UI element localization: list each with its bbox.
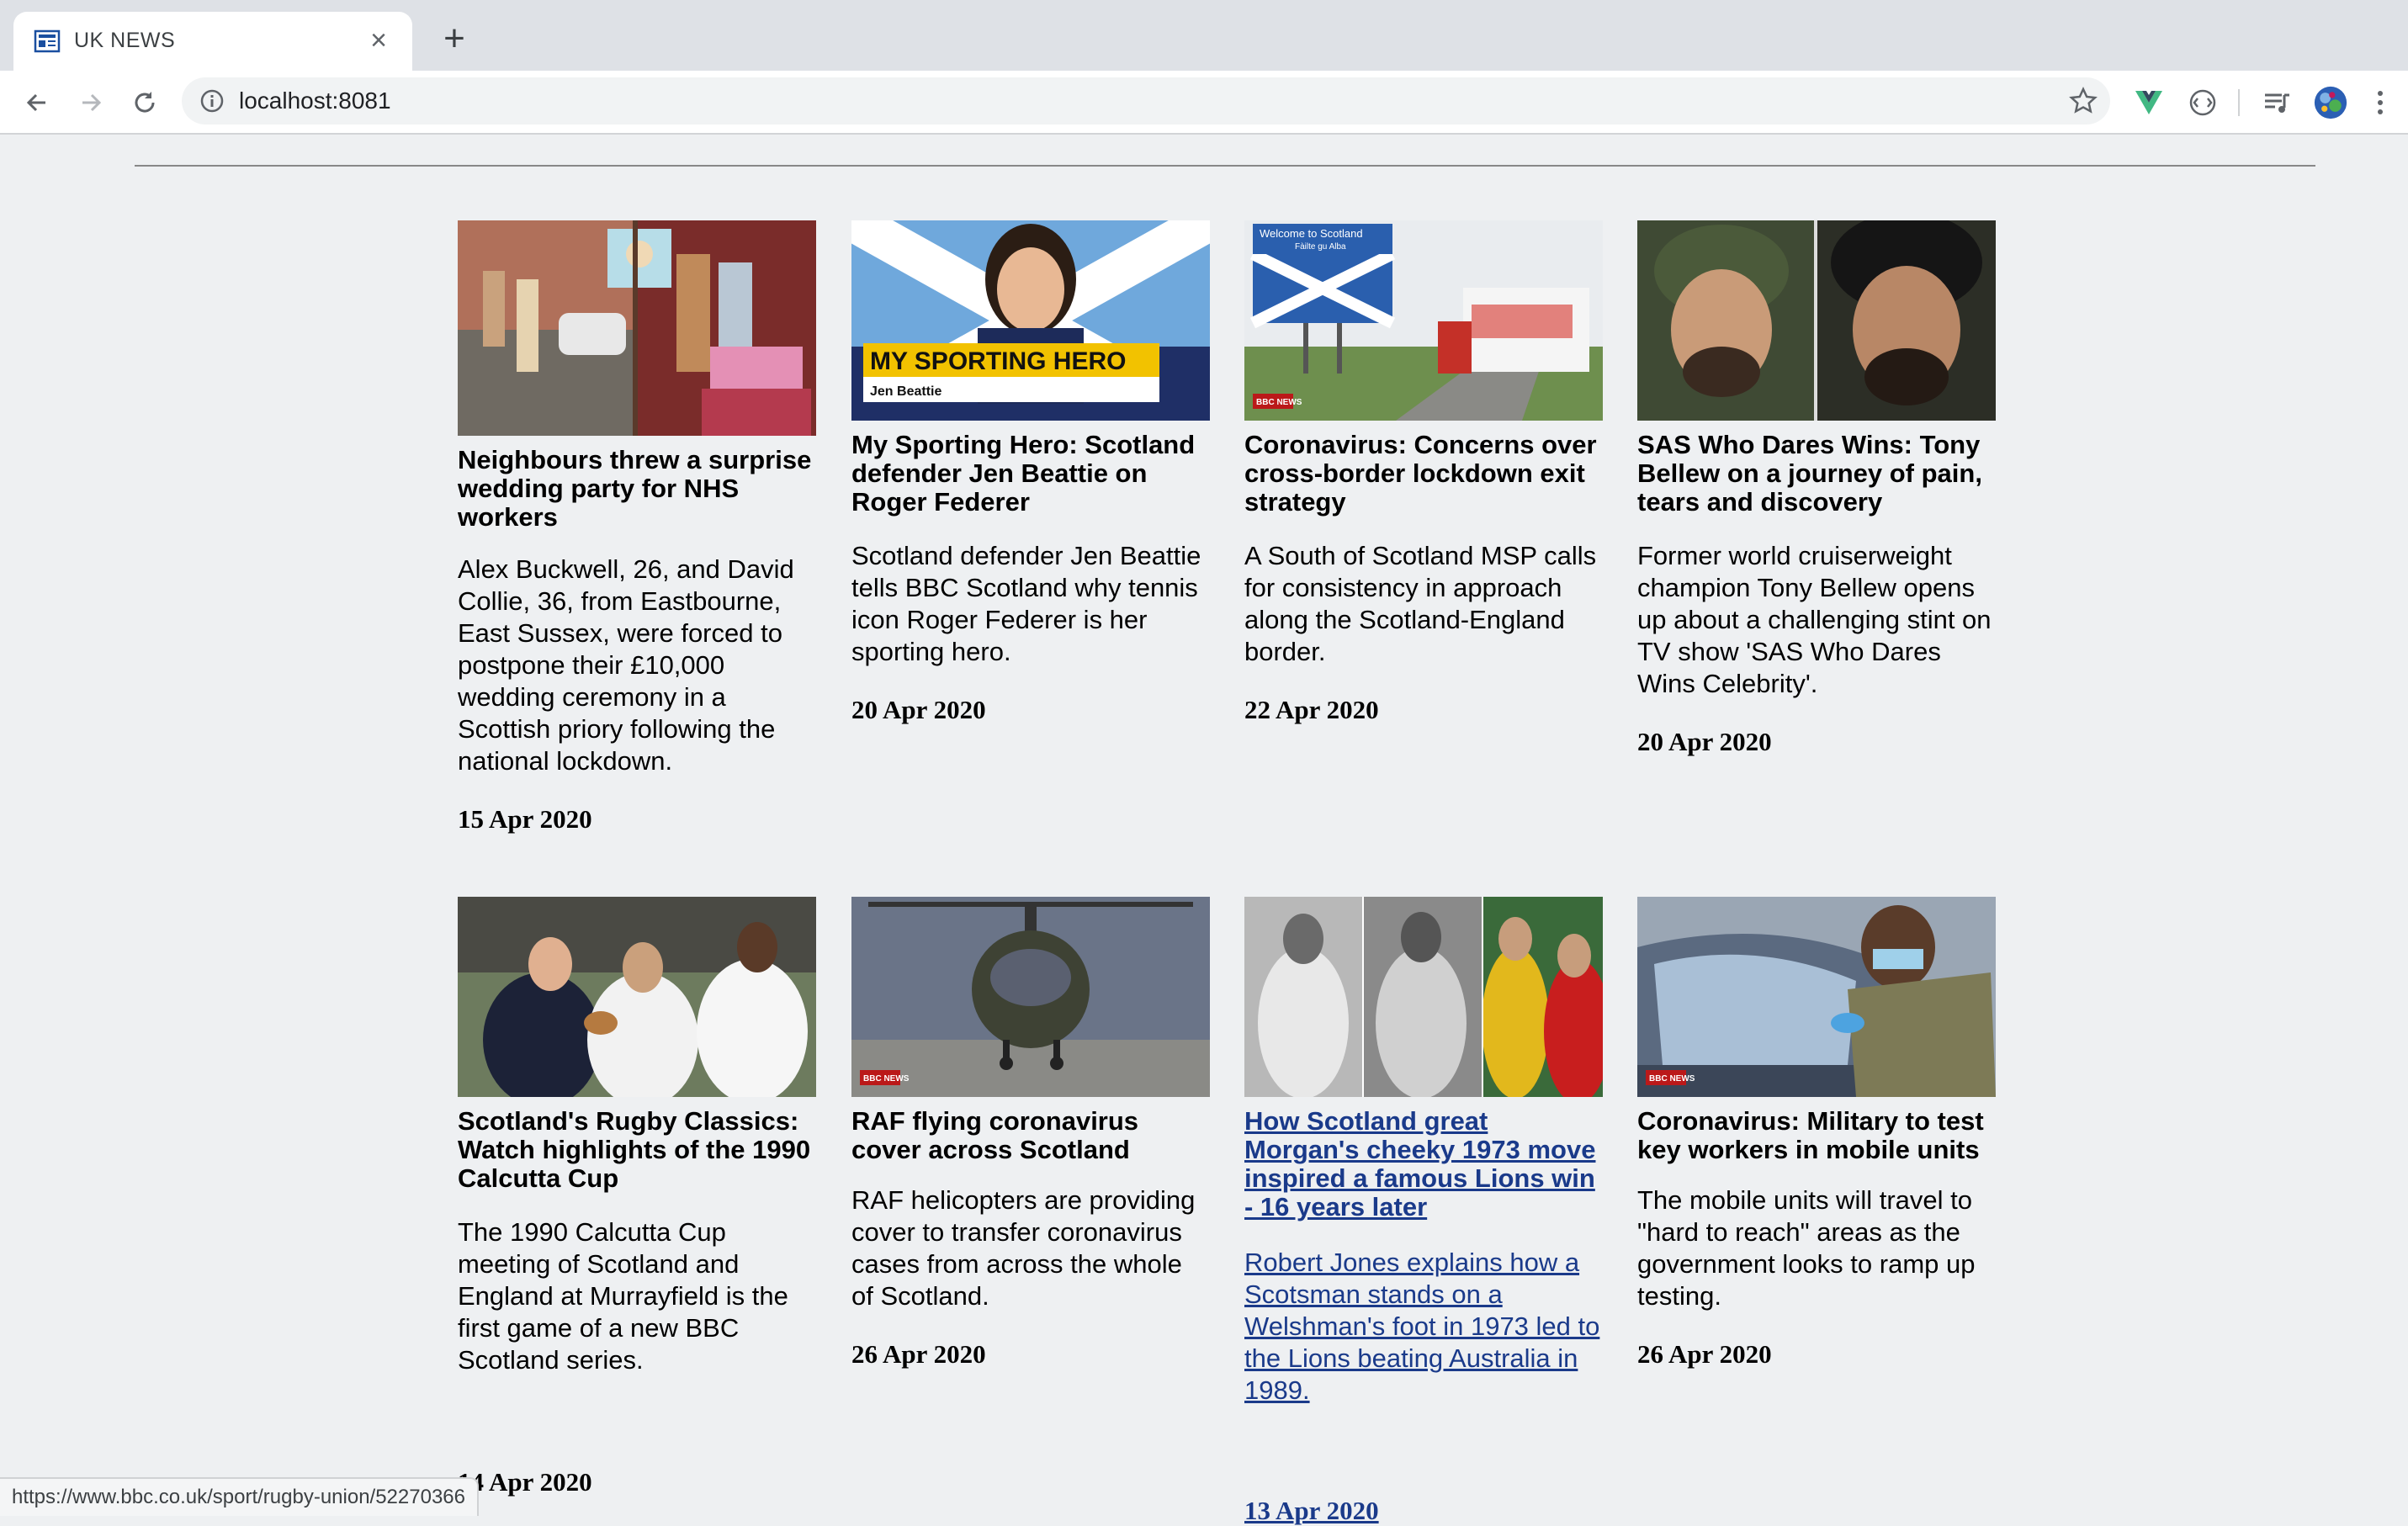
tab-strip: UK NEWS × + (0, 0, 2408, 71)
reload-icon[interactable] (126, 84, 163, 121)
extension-icon[interactable] (2186, 86, 2220, 119)
url-text: localhost:8081 (239, 87, 391, 114)
article-date[interactable]: 13 Apr 2020 (1244, 1496, 1379, 1526)
article-summary: Alex Buckwell, 26, and David Collie, 36,… (458, 554, 794, 776)
plus-icon[interactable]: + (438, 20, 471, 57)
article-summary: Scotland defender Jen Beattie tells BBC … (851, 541, 1201, 666)
article-date: 26 Apr 2020 (851, 1339, 986, 1369)
article-headline[interactable]: Coronavirus: Military to test key worker… (1637, 1107, 1996, 1164)
article-summary: Former world cruiserweight champion Tony… (1637, 541, 1992, 698)
profile-avatar-icon[interactable] (2314, 86, 2347, 119)
article-summary: The 1990 Calcutta Cup meeting of Scotlan… (458, 1217, 788, 1375)
article-headline[interactable]: SAS Who Dares Wins: Tony Bellew on a jou… (1637, 431, 1996, 517)
article-summary: RAF helicopters are providing cover to t… (851, 1185, 1196, 1311)
browser-tab[interactable]: UK NEWS × (13, 12, 412, 71)
star-icon[interactable] (2068, 86, 2098, 116)
article-image-lions[interactable] (1244, 897, 1603, 1097)
article-image-wedding[interactable] (458, 220, 816, 436)
image-caption: MY SPORTING HERO (870, 347, 1126, 375)
article-image-military-testing[interactable]: BBC NEWS (1637, 897, 1996, 1097)
article-date: 26 Apr 2020 (1637, 1339, 1772, 1369)
article-summary: The mobile units will travel to "hard to… (1637, 1185, 1976, 1311)
forward-icon[interactable] (72, 84, 109, 121)
article-image-sporting-hero[interactable]: MY SPORTING HERO Jen Beattie (851, 220, 1210, 421)
toolbar-divider (2238, 89, 2240, 116)
media-control-icon[interactable] (2260, 86, 2294, 119)
close-icon[interactable]: × (363, 25, 394, 56)
article-date: 22 Apr 2020 (1244, 695, 1379, 724)
image-sign-subtext: Fàilte gu Alba (1295, 242, 1346, 252)
article-headline[interactable]: RAF flying coronavirus cover across Scot… (851, 1107, 1210, 1164)
image-sign-text: Welcome to Scotland (1260, 227, 1363, 240)
article-headline[interactable]: Scotland's Rugby Classics: Watch highlig… (458, 1107, 816, 1193)
more-menu-icon[interactable] (2368, 86, 2393, 119)
article-image-raf-helicopter[interactable]: BBC NEWS (851, 897, 1210, 1097)
image-subcaption: Jen Beattie (870, 384, 941, 399)
article-headline[interactable]: Neighbours threw a surprise wedding part… (458, 446, 816, 532)
article-headline[interactable]: Coronavirus: Concerns over cross-border … (1244, 431, 1603, 517)
article-image-border[interactable]: Welcome to Scotland Fàilte gu Alba BBC N… (1244, 220, 1603, 421)
article-summary[interactable]: Robert Jones explains how a Scotsman sta… (1244, 1247, 1603, 1407)
article-image-rugby-classics[interactable] (458, 897, 816, 1097)
image-badge: BBC NEWS (1256, 398, 1302, 407)
browser-toolbar: localhost:8081 (0, 71, 2408, 135)
news-page: Neighbours threw a surprise wedding part… (0, 135, 2408, 1525)
newspaper-favicon-icon (34, 29, 62, 54)
back-icon[interactable] (19, 84, 56, 121)
image-badge: BBC NEWS (863, 1074, 910, 1084)
address-bar[interactable]: localhost:8081 (182, 77, 2110, 125)
status-bar-url: https://www.bbc.co.uk/sport/rugby-union/… (0, 1477, 479, 1516)
article-headline[interactable]: How Scotland great Morgan's cheeky 1973 … (1244, 1107, 1603, 1221)
vue-extension-icon[interactable] (2132, 86, 2166, 119)
article-image-sas[interactable] (1637, 220, 1996, 421)
article-summary: A South of Scotland MSP calls for consis… (1244, 541, 1597, 666)
tab-title: UK NEWS (74, 29, 176, 52)
article-date: 20 Apr 2020 (851, 695, 986, 724)
article-date: 20 Apr 2020 (1637, 727, 1772, 756)
image-badge: BBC NEWS (1649, 1074, 1695, 1084)
info-icon[interactable] (199, 87, 225, 114)
article-headline[interactable]: My Sporting Hero: Scotland defender Jen … (851, 431, 1210, 517)
article-date: 15 Apr 2020 (458, 804, 592, 834)
header-rule (135, 165, 2315, 167)
